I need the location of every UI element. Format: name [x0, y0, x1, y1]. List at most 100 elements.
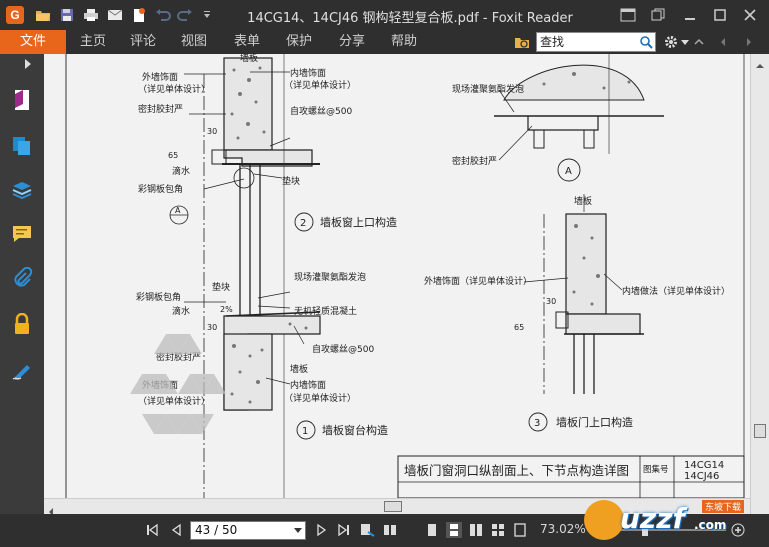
d3-dim-65: 65 [514, 323, 524, 332]
next-page-icon[interactable] [314, 522, 330, 538]
page-thumbnail-icon[interactable] [10, 88, 34, 112]
expand-panel-icon[interactable] [20, 56, 36, 72]
d2-steel-corner: 彩钢板包角 [138, 183, 183, 195]
da-foam: 现场灌聚氨酯发泡 [452, 83, 524, 95]
d1-number: 1 [302, 426, 308, 437]
d2-wall-panel: 墙板 [240, 54, 258, 64]
d2-dim-65: 65 [168, 151, 178, 160]
d1-foam: 现场灌聚氨酯发泡 [294, 271, 366, 283]
menu-comment[interactable]: 评论 [130, 30, 156, 54]
find-tool-icon[interactable] [513, 33, 531, 51]
open-folder-icon[interactable] [34, 6, 52, 24]
screen-mode-icon[interactable] [616, 4, 640, 26]
redo-icon[interactable] [176, 6, 194, 24]
d1-int-finish: 内墙饰面 [290, 379, 326, 391]
d3-dim-30: 30 [546, 297, 556, 306]
da-marker: A [565, 166, 572, 177]
watermark-logo-icon [584, 500, 624, 540]
h-scroll-thumb[interactable] [384, 501, 402, 512]
menu-share[interactable]: 分享 [339, 30, 365, 54]
scroll-up-icon[interactable] [755, 56, 765, 68]
watermark-sub: 东坡下载 [702, 500, 745, 513]
d2-title: 墙板窗上口构造 [320, 215, 397, 229]
menu-help[interactable]: 帮助 [391, 30, 417, 54]
scroll-thumb[interactable] [754, 424, 766, 438]
d2-ext-finish-note: （详见单体设计） [138, 83, 210, 95]
atlas-label: 图集号 [643, 464, 669, 475]
new-icon[interactable] [130, 6, 148, 24]
d2-dim-30: 30 [207, 127, 217, 136]
pages-icon[interactable] [10, 134, 34, 158]
page-number-field[interactable]: 43 / 50 [190, 521, 306, 540]
facing-page-icon[interactable] [468, 522, 484, 538]
d2-ext-finish: 外墙饰面 [142, 71, 178, 83]
d2-sealant: 密封胶封严 [138, 103, 183, 115]
menu-protect[interactable]: 保护 [286, 30, 312, 54]
continuous-facing-icon[interactable] [490, 522, 506, 538]
prev-page-icon[interactable] [168, 522, 184, 538]
signature-icon[interactable] [10, 358, 34, 382]
atlas-no-1: 14CG14 [684, 460, 724, 471]
pdf-page: 外墙饰面 （详见单体设计） 密封胶封严 滴水 彩钢板包角 墙板 内墙饰面 （详见… [44, 54, 750, 498]
menu-home[interactable]: 主页 [80, 30, 106, 54]
maximize-icon[interactable] [708, 4, 732, 26]
layers-icon[interactable] [10, 178, 34, 202]
d2-int-finish: 内墙饰面 [290, 67, 326, 79]
go-to-page-icon[interactable] [360, 522, 376, 538]
email-icon[interactable] [106, 6, 124, 24]
security-icon[interactable] [10, 312, 34, 336]
title-block-title: 墙板门窗洞口纵剖面上、下节点构造详图 [404, 463, 629, 478]
d3-ext-finish: 外墙饰面（详见单体设计） [424, 275, 532, 287]
app-logo-icon[interactable]: G [6, 6, 24, 24]
watermark-text: uzzf [620, 502, 685, 535]
document-view[interactable]: 外墙饰面 （详见单体设计） 密封胶封严 滴水 彩钢板包角 墙板 内墙饰面 （详见… [44, 54, 750, 498]
d1-ext-finish-note: （详见单体设计） [138, 395, 210, 407]
minimize-icon[interactable] [678, 4, 702, 26]
chevron-up-icon[interactable] [690, 33, 708, 51]
menu-view[interactable]: 视图 [181, 30, 207, 54]
d2-drip: 滴水 [172, 165, 190, 177]
vertical-scrollbar[interactable] [750, 54, 769, 514]
close-icon[interactable] [738, 4, 762, 26]
menu-bar: 文件 主页 评论 视图 表单 保护 分享 帮助 查找 [0, 30, 769, 54]
d2-int-finish-note: （详见单体设计） [284, 79, 356, 91]
search-icon[interactable] [639, 35, 653, 49]
d1-drip: 滴水 [172, 305, 190, 317]
d1-steel-corner: 彩钢板包角 [136, 291, 181, 303]
d1-title: 墙板窗台构造 [322, 423, 388, 437]
chevron-right-icon[interactable] [740, 33, 758, 51]
construction-drawing: 外墙饰面 （详见单体设计） 密封胶封严 滴水 彩钢板包角 墙板 内墙饰面 （详见… [65, 54, 745, 498]
zoom-level[interactable]: 73.02% [540, 522, 586, 536]
comment-icon[interactable] [10, 222, 34, 246]
chevron-left-icon[interactable] [714, 33, 732, 51]
customize-quick-access-icon[interactable] [198, 6, 216, 24]
foxit-reader-window: G 14CG14、14CJ46 钢构轻型复合板.pdf - Foxit Read… [0, 0, 769, 547]
continuous-page-icon[interactable] [446, 522, 462, 538]
navigation-panel [0, 54, 44, 514]
page-dropdown-icon[interactable] [294, 528, 302, 533]
single-page-icon[interactable] [424, 522, 440, 538]
print-icon[interactable] [82, 6, 100, 24]
d1-slope: 2% [220, 305, 233, 314]
d3-title: 墙板门上口构造 [556, 415, 633, 429]
search-input[interactable]: 查找 [536, 32, 656, 52]
scroll-left-icon[interactable] [46, 502, 56, 516]
d1-wall-panel: 墙板 [290, 363, 308, 375]
title-bar: G 14CG14、14CJ46 钢构轻型复合板.pdf - Foxit Read… [0, 0, 769, 30]
attachment-icon[interactable] [10, 266, 34, 290]
d1-spacer: 垫块 [212, 281, 230, 293]
d3-number: 3 [534, 418, 540, 429]
d3-int-method: 内墙做法（详见单体设计） [622, 285, 730, 297]
previous-view-icon[interactable] [382, 522, 398, 538]
d2-marker-a: A [175, 206, 181, 215]
restore-ribbon-icon[interactable] [646, 4, 670, 26]
save-icon[interactable] [58, 6, 76, 24]
watermark-domain: .com [694, 518, 727, 532]
undo-icon[interactable] [154, 6, 172, 24]
first-page-icon[interactable] [144, 522, 160, 538]
fit-page-icon[interactable] [512, 522, 528, 538]
last-page-icon[interactable] [336, 522, 352, 538]
menu-form[interactable]: 表单 [234, 30, 260, 54]
menu-file[interactable]: 文件 [0, 30, 66, 54]
d2-screw: 自攻螺丝@500 [290, 105, 352, 117]
